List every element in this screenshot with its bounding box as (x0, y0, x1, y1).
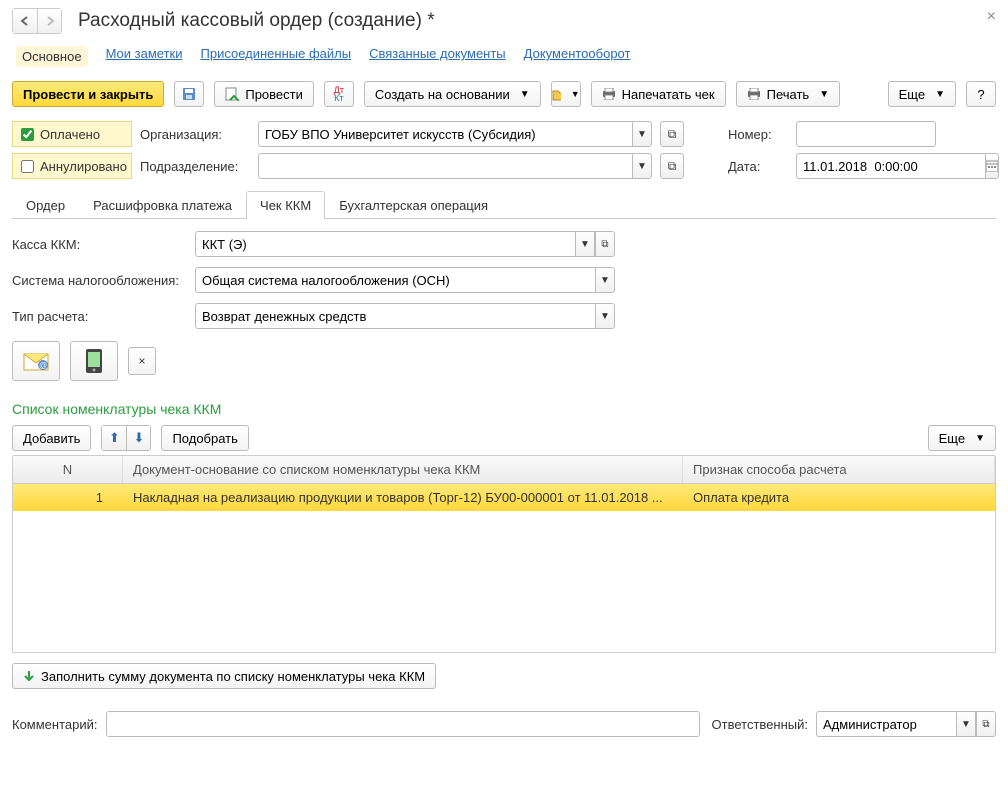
create-based-label: Создать на основании (375, 87, 510, 102)
printer-icon (602, 88, 616, 100)
cancelled-label: Аннулировано (40, 159, 127, 174)
type-dropdown-icon[interactable]: ▼ (595, 303, 615, 329)
tabs: Ордер Расшифровка платежа Чек ККМ Бухгал… (12, 191, 996, 219)
tab-order[interactable]: Ордер (12, 191, 79, 219)
more-label: Еще (899, 87, 925, 102)
tax-dropdown-icon[interactable]: ▼ (595, 267, 615, 293)
tax-label: Система налогообложения: (12, 273, 187, 288)
number-input[interactable] (796, 121, 936, 147)
nav-forward-button[interactable] (37, 9, 61, 33)
email-icon: @ (23, 351, 49, 371)
tab-check[interactable]: Чек ККМ (246, 191, 325, 219)
calendar-icon[interactable] (985, 153, 999, 179)
cancelled-checkbox-cell[interactable]: Аннулировано (12, 153, 132, 179)
date-label: Дата: (728, 159, 788, 174)
post-label: Провести (245, 87, 303, 102)
table-more-label: Еще (939, 431, 965, 446)
section-links: Основное Мои заметки Присоединенные файл… (12, 46, 996, 67)
add-button[interactable]: Добавить (12, 425, 91, 451)
post-icon (225, 87, 239, 101)
link-docflow[interactable]: Документооборот (524, 46, 631, 67)
post-and-close-button[interactable]: Провести и закрыть (12, 81, 164, 107)
col-n[interactable]: N (13, 456, 123, 483)
responsible-input[interactable] (816, 711, 956, 737)
col-attr[interactable]: Признак способа расчета (683, 456, 995, 483)
cell-n: 1 (13, 484, 123, 511)
save-button[interactable] (174, 81, 204, 107)
kkm-dropdown-icon[interactable]: ▼ (575, 231, 595, 257)
dept-open-button[interactable]: ⧉ (660, 153, 684, 179)
link-related[interactable]: Связанные документы (369, 46, 506, 67)
table-more-button[interactable]: Еще ▼ (928, 425, 996, 451)
send-email-button[interactable]: @ (12, 341, 60, 381)
printer-icon (747, 88, 761, 100)
dept-label: Подразделение: (140, 159, 250, 174)
type-input[interactable] (195, 303, 595, 329)
more-button[interactable]: Еще ▼ (888, 81, 956, 107)
kkm-label: Касса ККМ: (12, 237, 187, 252)
type-label: Тип расчета: (12, 309, 187, 324)
cell-doc: Накладная на реализацию продукции и това… (123, 484, 683, 511)
help-button[interactable]: ? (966, 81, 996, 107)
dept-input[interactable] (258, 153, 632, 179)
fill-sum-label: Заполнить сумму документа по списку номе… (41, 669, 425, 684)
tab-acct[interactable]: Бухгалтерская операция (325, 191, 502, 219)
responsible-open-button[interactable]: ⧉ (976, 711, 996, 737)
org-dropdown-icon[interactable]: ▼ (632, 121, 652, 147)
table-row[interactable]: 1 Накладная на реализацию продукции и то… (13, 484, 995, 511)
org-open-button[interactable]: ⧉ (660, 121, 684, 147)
dtkt-button[interactable]: ДтКт (324, 81, 354, 107)
phone-icon (85, 348, 103, 374)
link-files[interactable]: Присоединенные файлы (201, 46, 352, 67)
cell-attr: Оплата кредита (683, 484, 995, 511)
tax-input[interactable] (195, 267, 595, 293)
attach-button[interactable]: ▼ (551, 81, 581, 107)
section-title: Список номенклатуры чека ККМ (12, 401, 996, 417)
date-input[interactable] (796, 153, 985, 179)
close-icon[interactable]: × (987, 8, 996, 26)
comment-label: Комментарий: (12, 717, 98, 732)
kkm-open-button[interactable]: ⧉ (595, 231, 615, 257)
folder-icon (552, 87, 561, 101)
print-label: Печать (767, 87, 810, 102)
col-doc[interactable]: Документ-основание со списком номенклату… (123, 456, 683, 483)
link-notes[interactable]: Мои заметки (106, 46, 183, 67)
responsible-dropdown-icon[interactable]: ▼ (956, 711, 976, 737)
post-button[interactable]: Провести (214, 81, 314, 107)
dept-dropdown-icon[interactable]: ▼ (632, 153, 652, 179)
paid-label: Оплачено (40, 127, 100, 142)
print-button[interactable]: Печать ▼ (736, 81, 841, 107)
link-main[interactable]: Основное (16, 46, 88, 67)
number-label: Номер: (728, 127, 788, 142)
org-label: Организация: (140, 127, 250, 142)
tab-decrypt[interactable]: Расшифровка платежа (79, 191, 246, 219)
print-check-label: Напечатать чек (622, 87, 715, 102)
pick-button[interactable]: Подобрать (161, 425, 248, 451)
nav-buttons (12, 8, 62, 34)
responsible-label: Ответственный: (712, 717, 808, 732)
save-icon (182, 87, 196, 101)
send-sms-button[interactable] (70, 341, 118, 381)
create-based-on-button[interactable]: Создать на основании ▼ (364, 81, 541, 107)
page-title: Расходный кассовый ордер (создание) * (78, 10, 435, 32)
fill-sum-button[interactable]: Заполнить сумму документа по списку номе… (12, 663, 436, 689)
main-toolbar: Провести и закрыть Провести ДтКт Создать… (12, 81, 996, 107)
clear-button[interactable]: × (128, 347, 156, 375)
kkm-input[interactable] (195, 231, 575, 257)
arrow-down-icon (23, 670, 35, 682)
paid-checkbox[interactable] (21, 128, 34, 141)
comment-input[interactable] (106, 711, 700, 737)
cancelled-checkbox[interactable] (21, 160, 34, 173)
nomenclature-table: N Документ-основание со списком номенкла… (12, 455, 996, 653)
paid-checkbox-cell[interactable]: Оплачено (12, 121, 132, 147)
nav-back-button[interactable] (13, 9, 37, 33)
move-up-button[interactable]: ⬆ (102, 426, 126, 450)
svg-text:@: @ (39, 361, 47, 370)
move-down-button[interactable]: ⬇ (126, 426, 150, 450)
org-input[interactable] (258, 121, 632, 147)
print-check-button[interactable]: Напечатать чек (591, 81, 726, 107)
